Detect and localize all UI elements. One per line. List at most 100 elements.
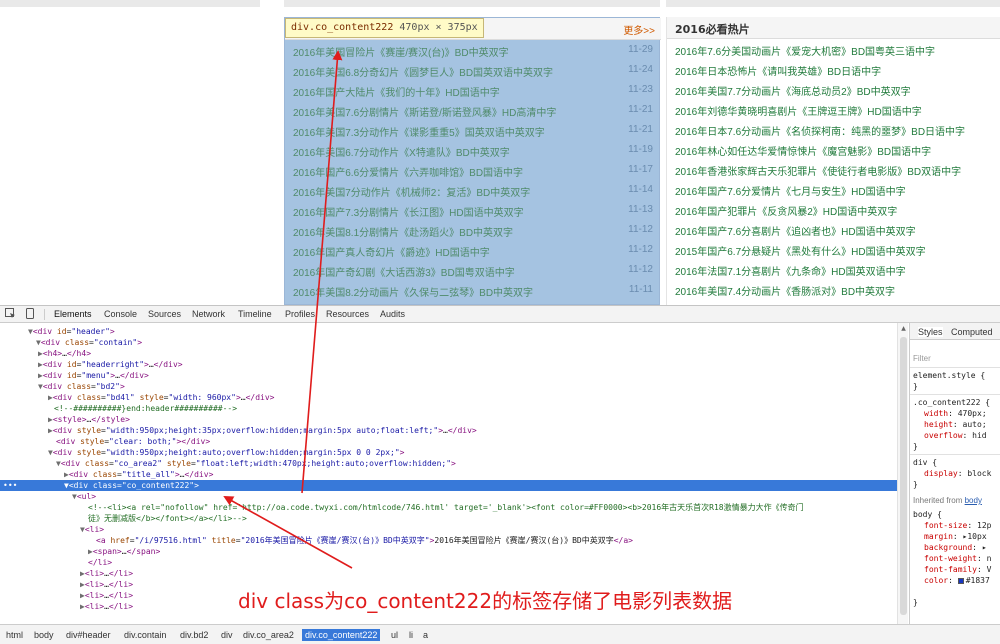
dom-node[interactable]: ▼<div style="width:950px;height:auto;ove… (0, 447, 897, 458)
movie-list-item[interactable]: 2016年美国7分动作片《机械师2：复活》BD中英双字 11-14 (285, 180, 659, 200)
breadcrumb-item[interactable]: ul (391, 630, 398, 640)
movie-title-link[interactable]: 2016年美国6.7分动作片《X特遣队》BD中英双字 (293, 144, 510, 159)
device-mode-icon[interactable] (24, 308, 36, 320)
movie-title-link[interactable]: 2016年国产大陆片《我们的十年》HD国语中字 (293, 84, 500, 99)
css-property[interactable]: font-family: V (924, 564, 991, 575)
movie-list-item[interactable]: 2016年国产奇幻剧《大话西游3》BD国粤双语中字 11-12 (285, 260, 659, 280)
movie-title-link[interactable]: 2016年国产6.6分爱情片《六弄咖啡馆》BD国语中字 (293, 164, 523, 179)
hot-movie-item[interactable]: 2016年美国7.4分动画片《香肠派对》BD中英双字 (667, 279, 1000, 299)
co-content222-panel[interactable]: 更多>> div.co_content222 470px × 375px 201… (284, 17, 661, 305)
color-swatch-icon[interactable] (957, 577, 964, 584)
dom-node[interactable]: ▶<span>…</span> (0, 546, 897, 557)
css-property[interactable]: background: ▸ (924, 542, 987, 553)
scroll-up-icon[interactable]: ▲ (898, 325, 909, 333)
tab-network[interactable]: Network (192, 309, 225, 319)
breadcrumb-item[interactable]: html (6, 630, 23, 640)
hot-movie-link[interactable]: 2016年法国7.1分喜剧片《九条命》HD国英双语中字 (675, 263, 906, 278)
tab-audits[interactable]: Audits (380, 309, 405, 319)
movie-list-item[interactable]: 2016年美国6.8分奇幻片《圆梦巨人》BD国英双语中英双字 11-24 (285, 60, 659, 80)
dom-node[interactable]: ▼<div class="co_area2" style="float:left… (0, 458, 897, 469)
hot-movie-link[interactable]: 2015年国产6.7分悬疑片《黑处有什么》HD国语中英双字 (675, 243, 926, 258)
tab-elements[interactable]: Elements (54, 309, 92, 319)
dom-node[interactable]: ▼<ul> (0, 491, 897, 502)
css-property[interactable]: font-size: 12p (924, 520, 991, 531)
movie-list-item[interactable]: 2016年国产真人奇幻片《爵迹》HD国语中字 11-12 (285, 240, 659, 260)
css-property[interactable]: display: block (924, 468, 991, 479)
movie-title-link[interactable]: 2016年美国6.8分奇幻片《圆梦巨人》BD国英双语中英双字 (293, 64, 553, 79)
dom-node[interactable]: ▼<div class="contain"> (0, 337, 897, 348)
movie-list-item[interactable]: 2016年美国8.2分动画片《久保与二弦琴》BD中英双字 11-11 (285, 280, 659, 300)
tab-profiles[interactable]: Profiles (285, 309, 315, 319)
hot-movie-item[interactable]: 2016年法国7.1分喜剧片《九条命》HD国英双语中字 (667, 259, 1000, 279)
tab-console[interactable]: Console (104, 309, 137, 319)
scrollbar-thumb[interactable] (900, 337, 907, 615)
dom-node[interactable]: <!--##########}end:header##########--> (0, 403, 897, 414)
hot-movie-item[interactable]: 2016年日本恐怖片《请叫我英雄》BD日语中字 (667, 59, 1000, 79)
hot-movie-link[interactable]: 2016年7.6分美国动画片《爱宠大机密》BD国粤英三语中字 (675, 43, 935, 58)
hot-movie-link[interactable]: 2016年美国7.4分动画片《香肠派对》BD中英双字 (675, 283, 895, 298)
css-property[interactable]: overflow: hid (924, 430, 987, 441)
styles-filter-input[interactable]: Filter (913, 353, 931, 364)
dom-node[interactable]: ▶<div id="menu">…</div> (0, 370, 897, 381)
hot-movie-link[interactable]: 2016年国产7.6分爱情片《七月与安生》HD国语中字 (675, 183, 906, 198)
movie-list-item[interactable]: 2016年国产6.6分爱情片《六弄咖啡馆》BD国语中字 11-17 (285, 160, 659, 180)
dom-tree-scrollbar[interactable]: ▲ (897, 323, 908, 624)
css-property[interactable]: margin: ▸10px (924, 531, 987, 542)
hot-movie-link[interactable]: 2016年林心如任达华爱情惊悚片《魔宫魅影》BD国语中字 (675, 143, 931, 158)
dom-node[interactable]: <a href="/i/97516.html" title="2016年美国冒险… (0, 535, 897, 546)
movie-list-item[interactable]: 2016年美国7.3分动作片《谍影重重5》国英双语中英双字 11-21 (285, 120, 659, 140)
movie-list-item[interactable]: 2016年美国冒险片《赛崖/赛汉(台)》BD中英双字 11-29 (285, 40, 659, 60)
hot-movie-link[interactable]: 2016年日本恐怖片《请叫我英雄》BD日语中字 (675, 63, 881, 78)
breadcrumb-item[interactable]: div#header (66, 630, 111, 640)
dom-node[interactable]: ▼<div class="bd2"> (0, 381, 897, 392)
dom-node[interactable]: ▶<li>…</li> (0, 568, 897, 579)
movie-list-item[interactable]: 2016年美国8.1分剧情片《赴汤蹈火》BD中英双字 11-12 (285, 220, 659, 240)
breadcrumb-item[interactable]: div (221, 630, 233, 640)
dom-node[interactable]: ▶<div style="width:950px;height:35px;ove… (0, 425, 897, 436)
hot-movie-link[interactable]: 2016年日本7.6分动画片《名侦探柯南：纯黑的噩梦》BD日语中字 (675, 123, 965, 138)
tab-sources[interactable]: Sources (148, 309, 181, 319)
more-link[interactable]: 更多>> (623, 22, 655, 37)
movie-title-link[interactable]: 2016年美国8.2分动画片《久保与二弦琴》BD中英双字 (293, 284, 533, 299)
breadcrumb-item[interactable]: div.co_area2 (243, 630, 294, 640)
dom-node[interactable]: <div style="clear: both;"></div> (0, 436, 897, 447)
breadcrumb-item[interactable]: div.contain (124, 630, 166, 640)
hot-movie-link[interactable]: 2016年国产犯罪片《反贪风暴2》HD国语中英双字 (675, 203, 897, 218)
css-property[interactable]: color: #1837 (924, 575, 990, 586)
hot-movie-item[interactable]: 2015年国产6.7分悬疑片《黑处有什么》HD国语中英双字 (667, 239, 1000, 259)
dom-node[interactable]: </li> (0, 557, 897, 568)
inspect-element-icon[interactable] (4, 308, 16, 320)
elements-dom-tree[interactable]: ▼<div id="header"> ▼<div class="contain">… (0, 323, 908, 624)
css-property[interactable]: width: 470px; (924, 408, 987, 419)
movie-title-link[interactable]: 2016年美国8.1分剧情片《赴汤蹈火》BD中英双字 (293, 224, 513, 239)
hot-movie-link[interactable]: 2016年香港张家辉古天乐犯罪片《使徒行者电影版》BD双语中字 (675, 163, 961, 178)
dom-node[interactable]: ▶<div class="bd4l" style="width: 960px">… (0, 392, 897, 403)
hot-movie-link[interactable]: 2016年国产7.6分喜剧片《追凶者也》HD国语中英双字 (675, 223, 916, 238)
hot-movie-item[interactable]: 2016年7.6分美国动画片《爱宠大机密》BD国粤英三语中字 (667, 39, 1000, 59)
hot-movie-item[interactable]: 2016年日本7.6分动画片《名侦探柯南：纯黑的噩梦》BD日语中字 (667, 119, 1000, 139)
movie-title-link[interactable]: 2016年国产奇幻剧《大话西游3》BD国粤双语中字 (293, 264, 515, 279)
dom-node[interactable]: ▶<div class="title_all">…</div> (0, 469, 897, 480)
tab-timeline[interactable]: Timeline (238, 309, 272, 319)
movie-title-link[interactable]: 2016年美国7分动作片《机械师2：复活》BD中英双字 (293, 184, 530, 199)
tab-resources[interactable]: Resources (326, 309, 369, 319)
hot-movie-item[interactable]: 2016年国产7.6分爱情片《七月与安生》HD国语中字 (667, 179, 1000, 199)
dom-node[interactable]: ▼<div id="header"> (0, 326, 897, 337)
hot-movie-link[interactable]: 2016年美国7.7分动画片《海底总动员2》BD中英双字 (675, 83, 911, 98)
movie-title-link[interactable]: 2016年国产真人奇幻片《爵迹》HD国语中字 (293, 244, 490, 259)
movie-title-link[interactable]: 2016年美国7.6分剧情片《斯诺登/斯诺登风暴》HD高清中字 (293, 104, 556, 119)
dom-node[interactable]: ▶<div id="headerright">…</div> (0, 359, 897, 370)
dom-node[interactable]: 徒》无删减版</b></font></a></li>--> (0, 513, 897, 524)
movie-list-item[interactable]: 2016年国产7.3分剧情片《长江图》HD国语中英双字 11-13 (285, 200, 659, 220)
dom-node[interactable]: <!--<li><a rel="nofollow" href='http://o… (0, 502, 897, 513)
hot-movie-item[interactable]: 2016年林心如任达华爱情惊悚片《魔宫魅影》BD国语中字 (667, 139, 1000, 159)
tab-computed[interactable]: Computed (951, 327, 993, 337)
css-property[interactable]: height: auto; (924, 419, 987, 430)
breadcrumb-item[interactable]: body (34, 630, 54, 640)
dom-node[interactable]: ▶<h4>…</h4> (0, 348, 897, 359)
movie-title-link[interactable]: 2016年国产7.3分剧情片《长江图》HD国语中英双字 (293, 204, 524, 219)
hot-movie-item[interactable]: 2016年香港张家辉古天乐犯罪片《使徒行者电影版》BD双语中字 (667, 159, 1000, 179)
movie-list-item[interactable]: 2016年美国7.6分剧情片《斯诺登/斯诺登风暴》HD高清中字 11-21 (285, 100, 659, 120)
movie-list-item[interactable]: 2016年美国6.7分动作片《X特遣队》BD中英双字 11-19 (285, 140, 659, 160)
dom-node[interactable]: ▼<li> (0, 524, 897, 535)
